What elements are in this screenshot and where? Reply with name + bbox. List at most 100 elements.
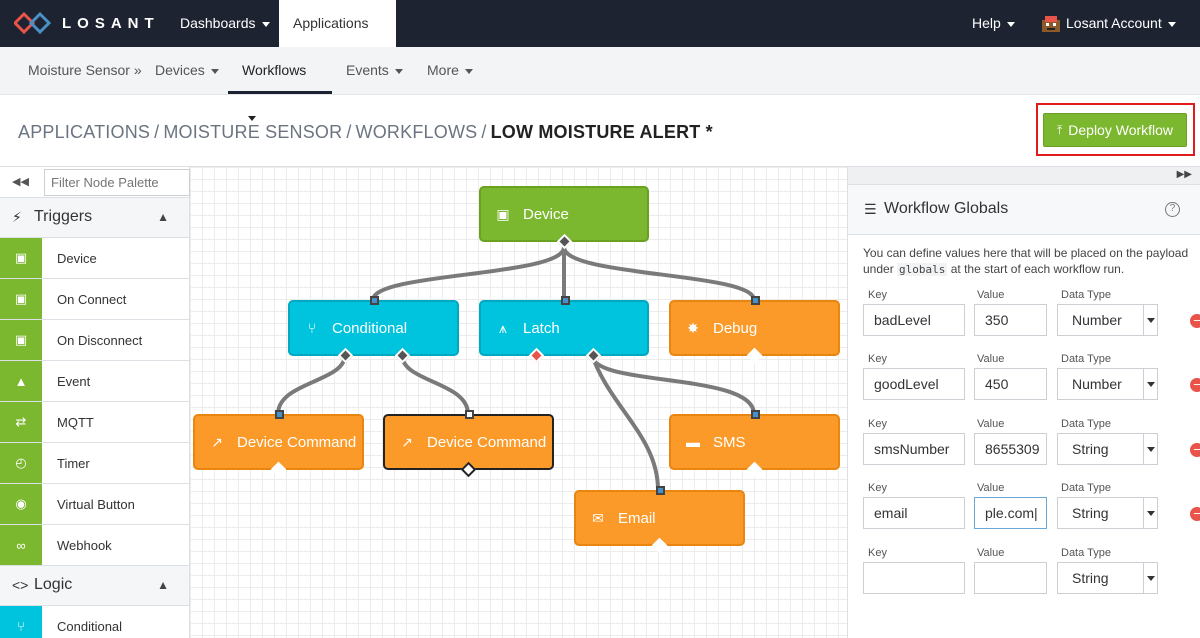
data-type-select[interactable]: Number [1057,304,1158,336]
upload-icon: ⤒ [1056,122,1063,137]
filter-node-palette-input[interactable] [44,169,190,196]
chevron-down-icon [1143,369,1157,399]
nav-account[interactable]: Losant Account [1028,0,1190,47]
palette-item-label: MQTT [57,415,94,430]
subnav-more[interactable]: More [427,47,473,94]
data-type-select[interactable]: String [1057,497,1158,529]
palette-item-label: Device [57,251,97,266]
collapse-left-icon[interactable]: ◀◀ [12,175,29,188]
key-input[interactable]: email [863,497,965,529]
palette-item-virtual-button[interactable]: ◉ Virtual Button [0,484,189,525]
data-type-label: Data Type [1061,418,1111,430]
palette-item-mqtt[interactable]: ⇄ MQTT [0,402,189,443]
palette-item-label: On Disconnect [57,333,143,348]
globals-description: You can define values here that will be … [863,245,1193,278]
globals-code: globals [897,263,948,276]
palette-item-event[interactable]: ▲ Event [0,361,189,402]
key-input[interactable] [863,562,965,594]
subnav-devices[interactable]: Devices [155,47,219,94]
node-device-command-1[interactable]: ↗ Device Command [193,410,364,478]
subnav-more-label: More [427,62,459,78]
subnav-events[interactable]: Events [346,47,403,94]
node-device-command-2[interactable]: ↗ Device Command [383,410,554,478]
chevron-down-icon [1006,21,1015,27]
nav-dashboards[interactable]: Dashboards [166,0,284,47]
input-port[interactable] [561,296,570,305]
losant-logo[interactable]: LOSANT [14,12,160,34]
breadcrumb-moisture-sensor[interactable]: MOISTURE SENSOR [163,122,342,142]
value-input[interactable] [974,562,1047,594]
input-port[interactable] [370,296,379,305]
palette-item-conditional[interactable]: ⑂ Conditional [0,606,189,638]
remove-icon[interactable]: − [1190,507,1200,521]
global-row: Key Value Data Type email ple.com| Strin… [863,482,1200,544]
subnav-workflows[interactable]: Workflows [228,47,332,121]
input-port[interactable] [656,486,665,495]
node-latch[interactable]: ⩚ Latch [479,296,649,364]
data-type-select[interactable]: String [1057,433,1158,465]
global-row: Key Value Data Type smsNumber 8655309 St… [863,418,1200,480]
code-icon: <> [12,577,29,593]
palette-item-on-disconnect[interactable]: ▣ On Disconnect [0,320,189,361]
palette-section-title: Triggers [34,208,93,225]
node-conditional[interactable]: ⑂ Conditional [288,296,459,364]
nav-applications[interactable]: Applications [279,0,396,74]
global-row-new: Key Value Data Type String [863,547,1198,609]
palette-item-webhook[interactable]: ∞ Webhook [0,525,189,566]
data-type-select[interactable]: String [1057,562,1158,594]
subnav-moisture-sensor-label: Moisture Sensor » [28,62,142,78]
button-icon: ◉ [0,484,42,524]
deploy-workflow-button[interactable]: ⤒ Deploy Workflow [1043,113,1187,147]
chip-icon: ▣ [0,320,42,360]
node-debug[interactable]: ✸ Debug [669,296,840,364]
breadcrumb-workflows[interactable]: WORKFLOWS [356,122,478,142]
data-type-label: Data Type [1061,482,1111,494]
data-type-label: Data Type [1061,289,1111,301]
value-input[interactable]: 350 [974,304,1047,336]
value-input[interactable]: ple.com| [974,497,1047,529]
nav-account-label: Losant Account [1066,15,1162,31]
global-row: Key Value Data Type badLevel 350 Number … [863,289,1200,351]
subnav-moisture-sensor[interactable]: Moisture Sensor » [28,47,142,94]
node-device[interactable]: ▣ Device [479,186,649,250]
palette-item-timer[interactable]: ◴ Timer [0,443,189,484]
node-sms[interactable]: ▬ SMS [669,410,840,478]
input-port[interactable] [465,410,474,419]
help-icon[interactable]: ? [1165,202,1180,217]
collapse-right-icon[interactable]: ▶▶ [1177,169,1192,180]
palette-section-logic[interactable]: <> Logic ▲ [0,566,189,606]
data-type-select[interactable]: Number [1057,368,1158,400]
key-input[interactable]: goodLevel [863,368,965,400]
value-input[interactable]: 450 [974,368,1047,400]
value-input[interactable]: 8655309 [974,433,1047,465]
key-input[interactable]: badLevel [863,304,965,336]
palette-section-triggers[interactable]: ⚡ Triggers ▲ [0,198,189,238]
top-nav: LOSANT Dashboards Applications Help Losa… [0,0,1200,74]
chevron-down-icon [464,68,473,74]
node-email[interactable]: ✉ Email [574,486,745,554]
key-input[interactable]: smsNumber [863,433,965,465]
value-label: Value [977,547,1005,559]
input-port[interactable] [751,296,760,305]
envelope-icon: ✉ [592,509,604,526]
data-type-value: String [1072,441,1109,457]
breadcrumb-applications[interactable]: APPLICATIONS [18,122,150,142]
data-type-value: String [1072,505,1109,521]
logo-mark-icon [14,12,52,34]
chevron-down-icon [394,68,403,74]
chevron-down-icon [1143,498,1157,528]
palette-item-on-connect[interactable]: ▣ On Connect [0,279,189,320]
chevron-down-icon [1143,563,1157,593]
remove-icon[interactable]: − [1190,443,1200,457]
chevron-down-icon [1167,21,1176,27]
nav-help[interactable]: Help [958,0,1029,47]
palette-item-label: Virtual Button [57,497,135,512]
workflow-canvas[interactable]: ▣ Device ⑂ Conditional ⩚ Latch ✸ Debug ↗ Devi… [190,166,847,638]
palette-item-device[interactable]: ▣ Device [0,238,189,279]
remove-icon[interactable]: − [1190,314,1200,328]
input-port[interactable] [751,410,760,419]
input-port[interactable] [275,410,284,419]
chat-icon: ▬ [686,434,700,450]
palette-section-title: Logic [34,576,73,593]
remove-icon[interactable]: − [1190,378,1200,392]
